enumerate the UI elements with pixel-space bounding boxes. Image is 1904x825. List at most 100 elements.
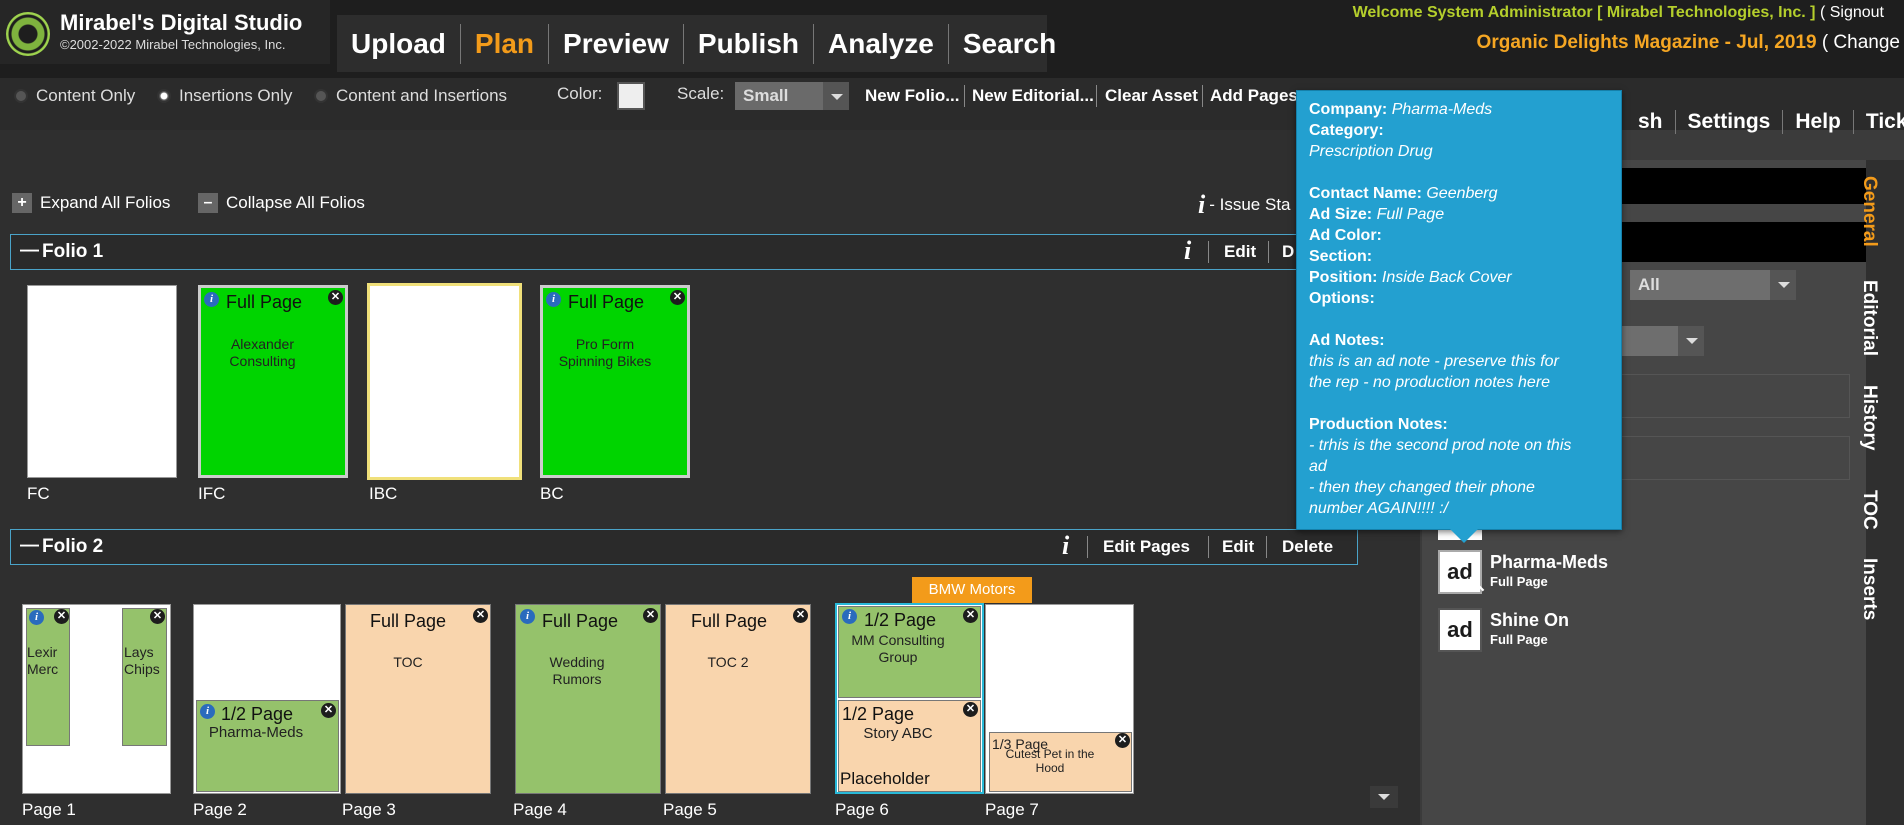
close-icon[interactable]: ✕ (328, 290, 343, 305)
filter-select-2[interactable] (1620, 326, 1680, 356)
tooltip-value: Prescription Drug (1309, 143, 1433, 160)
issue-title: Organic Delights Magazine - Jul, 2019 ( … (1477, 32, 1900, 54)
nav-preview[interactable]: Preview (549, 23, 684, 64)
bmw-motors-badge[interactable]: BMW Motors (912, 577, 1032, 603)
close-icon[interactable]: ✕ (1115, 733, 1130, 748)
folio-2-delete-button[interactable]: Delete (1282, 537, 1333, 557)
panel-field[interactable] (1620, 374, 1850, 418)
page-5[interactable] (665, 604, 811, 794)
info-icon[interactable]: i (546, 292, 561, 307)
chevron-down-icon[interactable] (823, 82, 849, 110)
radio-icon (314, 89, 328, 103)
info-icon[interactable]: i (1062, 531, 1069, 561)
new-editorial-button[interactable]: New Editorial... (972, 86, 1094, 106)
color-picker[interactable] (617, 82, 645, 110)
divider (1096, 85, 1097, 107)
radio-icon (14, 89, 28, 103)
folio-1-delete-button[interactable]: D (1282, 242, 1294, 262)
tab-editorial[interactable]: Editorial (1858, 280, 1880, 356)
nav-analyze[interactable]: Analyze (814, 23, 949, 64)
nav-help[interactable]: Help (1782, 110, 1853, 134)
view-insertions-only[interactable]: Insertions Only (157, 86, 292, 106)
close-icon[interactable]: ✕ (54, 609, 69, 624)
folio-2-edit-button[interactable]: Edit (1222, 537, 1254, 557)
page-4[interactable] (515, 604, 661, 794)
color-label: Color: (557, 84, 603, 103)
tooltip-value: Inside Back Cover (1381, 269, 1512, 286)
ad-list-name[interactable]: Shine On (1490, 610, 1569, 631)
edit-pages-button[interactable]: Edit Pages (1103, 537, 1190, 557)
page-ibc[interactable] (367, 283, 522, 480)
issue-status[interactable]: i- Issue Sta (1198, 190, 1291, 220)
chevron-down-icon[interactable] (1770, 270, 1796, 300)
collapse-all-label: Collapse All Folios (226, 193, 365, 212)
view-content-only[interactable]: Content Only (14, 86, 135, 106)
expand-all-label: Expand All Folios (40, 193, 171, 212)
signout-link[interactable]: ( Signout (1820, 4, 1884, 21)
page-label: Page 6 (835, 800, 889, 819)
page-label: IFC (198, 484, 226, 503)
add-pages-button[interactable]: Add Pages (1210, 86, 1298, 106)
close-icon[interactable]: ✕ (150, 609, 165, 624)
chevron-down-icon[interactable] (1678, 326, 1704, 356)
ad-list-name[interactable]: Pharma-Meds (1490, 552, 1608, 573)
close-icon[interactable]: ✕ (793, 608, 808, 623)
info-icon[interactable]: i (29, 610, 44, 625)
folio-collapse-icon[interactable]: — (20, 240, 39, 262)
filter-select[interactable]: All (1630, 270, 1770, 300)
ad-name: Pro Form Spinning Bikes (558, 336, 652, 369)
ad-thumbnail-icon[interactable]: ad (1438, 608, 1482, 652)
info-icon[interactable]: i (1184, 236, 1191, 266)
close-icon[interactable]: ✕ (473, 608, 488, 623)
new-folio-button[interactable]: New Folio... (865, 86, 959, 106)
view-content-and-insertions[interactable]: Content and Insertions (314, 86, 507, 106)
info-icon[interactable]: i (520, 609, 535, 624)
tab-general[interactable]: General (1858, 176, 1880, 247)
ad-name: Story ABC (863, 725, 933, 742)
divider (1087, 536, 1088, 558)
tooltip-key: Category: (1309, 122, 1384, 139)
nav-search[interactable]: Search (949, 24, 1070, 64)
divider (1208, 241, 1209, 263)
nav-plan[interactable]: Plan (461, 23, 550, 64)
nav-partial[interactable]: sh (1638, 110, 1675, 134)
page-ifc[interactable] (198, 285, 348, 478)
page-bc[interactable] (540, 285, 690, 478)
folio-collapse-icon[interactable]: — (20, 535, 39, 557)
change-issue-link[interactable]: ( Change (1822, 32, 1900, 53)
radio-label: Content and Insertions (336, 86, 508, 105)
right-nav: sh Settings Help Ticket (1638, 110, 1904, 134)
tab-inserts[interactable]: Inserts (1858, 558, 1880, 620)
nav-publish[interactable]: Publish (684, 23, 815, 64)
tab-history[interactable]: History (1858, 385, 1880, 450)
folio-1-header (10, 234, 1300, 270)
expand-all-button[interactable]: + Expand All Folios (12, 193, 170, 213)
tab-toc[interactable]: TOC (1858, 490, 1880, 530)
ad-name: Wedding Rumors (549, 654, 605, 687)
tooltip-key: Ad Notes: (1309, 332, 1385, 349)
collapse-all-button[interactable]: – Collapse All Folios (198, 193, 365, 213)
nav-ticket[interactable]: Ticket (1852, 110, 1904, 134)
close-icon[interactable]: ✕ (963, 608, 978, 623)
tooltip-value: ad (1309, 458, 1327, 475)
close-icon[interactable]: ✕ (643, 608, 658, 623)
clear-asset-button[interactable]: Clear Asset (1105, 86, 1198, 106)
page-3[interactable] (345, 604, 491, 794)
tooltip-key: Ad Size: (1309, 206, 1373, 223)
nav-upload[interactable]: Upload (337, 23, 461, 64)
close-icon[interactable]: ✕ (321, 703, 336, 718)
tooltip-value: number AGAIN!!!! :/ (1309, 500, 1449, 517)
page-fc[interactable] (27, 285, 177, 478)
folio-1-edit-button[interactable]: Edit (1224, 242, 1256, 262)
close-icon[interactable]: ✕ (670, 290, 685, 305)
info-icon[interactable]: i (200, 704, 215, 719)
info-icon[interactable]: i (842, 609, 857, 624)
nav-settings[interactable]: Settings (1674, 110, 1783, 134)
scroll-down-button[interactable] (1370, 786, 1398, 808)
ad-size: Full Page (691, 611, 768, 631)
page-label: Page 1 (22, 800, 76, 819)
chevron-down-icon (1378, 794, 1390, 800)
panel-field[interactable] (1620, 436, 1850, 480)
close-icon[interactable]: ✕ (963, 702, 978, 717)
info-icon[interactable]: i (204, 292, 219, 307)
